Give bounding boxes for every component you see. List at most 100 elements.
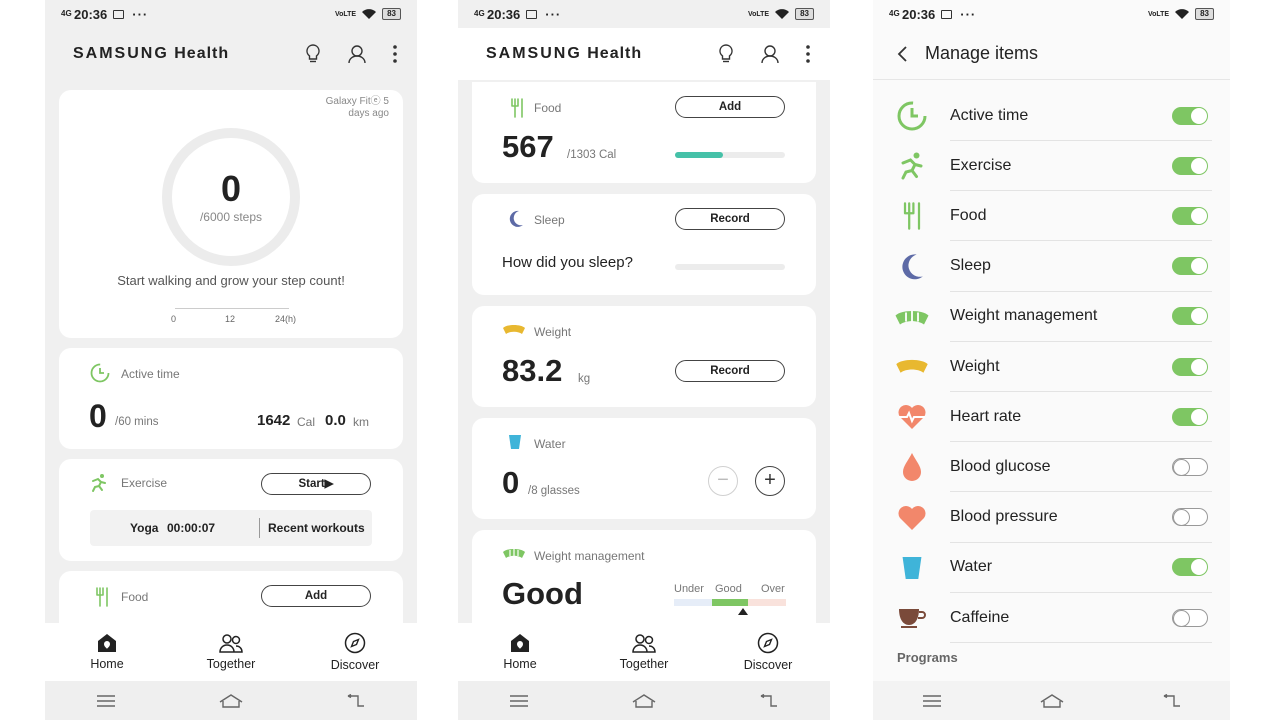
clock: 20:36 [902,6,936,22]
toggle-switch[interactable] [1172,307,1208,326]
back-icon[interactable] [347,693,365,708]
add-food-button[interactable]: Add [261,585,371,607]
manage-item-row[interactable]: Weight [873,342,1230,392]
nav-discover-label: Discover [330,658,380,672]
wifi-icon [775,9,790,19]
toggle-switch[interactable] [1172,156,1208,175]
manage-item-body: Blood pressure [950,493,1212,543]
menu-icon[interactable] [510,694,528,707]
running-icon [873,151,950,181]
food-calories-value: 567 [502,129,554,164]
manage-item-body: Weight management [950,292,1212,342]
manage-item-body: Heart rate [950,392,1212,443]
record-sleep-button[interactable]: Record [675,208,785,230]
people-icon [219,634,243,653]
manage-item-row[interactable]: Weight management [873,292,1230,342]
food-title: Food [121,590,149,604]
nav-discover[interactable]: Discover [706,623,830,681]
nav-discover[interactable]: Discover [293,623,417,681]
sleep-question[interactable]: How did you sleep? [502,254,633,271]
food-card[interactable]: Food Add 567 /1303 Cal [472,82,816,183]
increase-water-button[interactable]: + [755,466,785,496]
toggle-switch[interactable] [1172,206,1208,225]
status-bar: 4G 20:36 ··· VoLTE 83 [458,0,830,28]
manage-item-row[interactable]: Active time [873,91,1230,141]
nav-together[interactable]: Together [169,623,293,681]
toggle-knob [1173,609,1190,627]
toggle-switch[interactable] [1172,508,1208,527]
toggle-switch[interactable] [1172,407,1208,426]
moon-icon [873,253,950,281]
manage-item-row[interactable]: Food [873,191,1230,242]
toggle-switch[interactable] [1172,106,1208,125]
calories-value: 1642 [257,412,291,429]
active-time-card[interactable]: Active time 0 /60 mins 1642 Cal 0.0 km [59,348,403,449]
nav-home[interactable]: Home [45,623,169,681]
manage-item-row[interactable]: Blood pressure [873,493,1230,543]
calories-unit: Cal [297,415,316,429]
home-icon [511,634,529,652]
steps-count: 0 [220,168,242,209]
recent-workouts-link[interactable]: Recent workouts [268,521,365,535]
more-notifications-icon: ··· [960,6,977,22]
more-options-icon[interactable] [393,45,397,63]
device-sync-label: Galaxy Fitⓔ 5 days ago [325,96,389,119]
toggle-knob [1191,207,1207,224]
manage-item-body: Weight [950,342,1212,392]
toggle-switch[interactable] [1172,457,1208,476]
manage-item-row[interactable]: Water [873,543,1230,593]
nav-together-label: Together [619,657,669,671]
home-screen-scrolled-phone: 4G 20:36 ··· VoLTE 83 SAMSUNG Health Foo… [458,0,830,720]
toggle-switch[interactable] [1172,357,1208,376]
last-workout-box: Yoga 00:00:07 Recent workouts [90,510,372,546]
nav-home-label: Home [503,657,537,671]
nav-home[interactable]: Home [458,623,582,681]
exercise-card[interactable]: Exercise Start▶ Yoga 00:00:07 Recent wor… [59,459,403,561]
moon-icon [509,210,523,227]
message-icon [941,9,953,19]
back-icon[interactable] [760,693,778,708]
scale-marker-icon [738,608,748,615]
weight-management-status: Good [502,576,583,611]
water-card[interactable]: Water 0 /8 glasses − + [472,418,816,519]
nav-together-label: Together [206,657,256,671]
manage-item-label: Exercise [950,156,1012,174]
manage-item-row[interactable]: Exercise [873,141,1230,192]
home-button-icon[interactable] [1040,693,1064,708]
nav-together[interactable]: Together [582,623,706,681]
record-weight-button[interactable]: Record [675,360,785,382]
active-time-title: Active time [121,367,180,381]
decrease-water-button[interactable]: − [708,466,738,496]
scale-segment-under [674,599,712,606]
home-button-icon[interactable] [219,693,243,708]
home-button-icon[interactable] [632,693,656,708]
toggle-switch[interactable] [1172,608,1208,627]
profile-icon[interactable] [760,44,780,64]
start-exercise-button[interactable]: Start▶ [261,473,371,495]
menu-icon[interactable] [922,694,941,707]
food-title: Food [534,101,562,115]
volte-indicator: VoLTE [334,10,357,18]
more-options-icon[interactable] [806,45,810,63]
bottom-navigation: Home Together Discover [458,623,830,681]
manage-item-row[interactable]: Caffeine [873,593,1230,643]
add-food-button[interactable]: Add [675,96,785,118]
back-icon[interactable] [1163,693,1181,708]
heart-icon [873,505,950,531]
menu-icon[interactable] [97,694,115,707]
toggle-switch[interactable] [1172,257,1208,276]
nav-home-label: Home [90,657,124,671]
sleep-card[interactable]: Sleep Record How did you sleep? [472,194,816,295]
lightbulb-icon[interactable] [305,44,321,64]
manage-item-row[interactable]: Heart rate [873,392,1230,443]
weight-value: 83.2 [502,353,563,388]
weight-management-icon [873,308,950,326]
toggle-switch[interactable] [1172,558,1208,577]
profile-icon[interactable] [347,44,367,64]
lightbulb-icon[interactable] [718,44,734,64]
weight-card[interactable]: Weight 83.2 kg Record [472,306,816,407]
steps-card[interactable]: Galaxy Fitⓔ 5 days ago 0 /6000 steps Sta… [59,90,403,338]
manage-item-row[interactable]: Sleep [873,242,1230,292]
back-arrow-icon[interactable] [897,45,907,62]
manage-item-row[interactable]: Blood glucose [873,442,1230,493]
